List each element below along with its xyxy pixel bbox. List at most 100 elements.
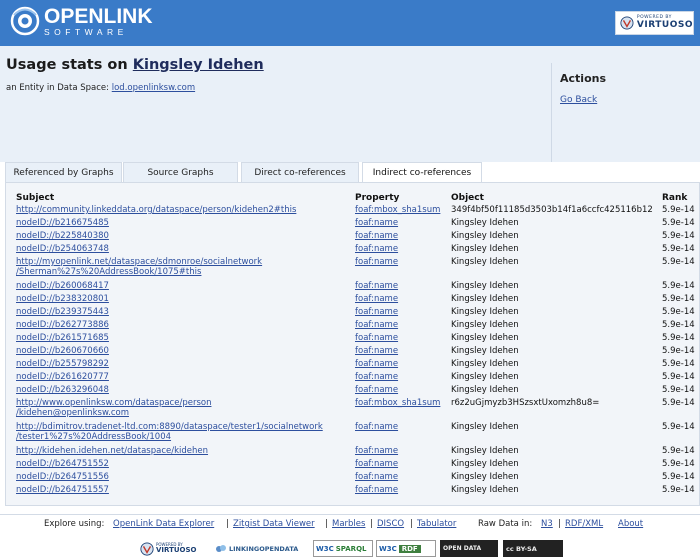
property-link[interactable]: foaf:name	[355, 422, 398, 432]
rank-value: 5.9e-14	[662, 218, 695, 228]
table-row: nodeID://b261571685 foaf:name Kingsley Ide…	[0, 333, 700, 346]
tab-source-graphs[interactable]: Source Graphs	[123, 162, 238, 182]
subject-link[interactable]: nodeID://b260068417	[16, 281, 109, 291]
actions-heading: Actions	[560, 72, 606, 85]
page-title-prefix: Usage stats on	[6, 57, 128, 73]
property-link[interactable]: foaf:name	[355, 333, 398, 343]
property-link[interactable]: foaf:name	[355, 359, 398, 369]
subject-link[interactable]: http://kidehen.idehen.net/dataspace/kide…	[16, 446, 208, 456]
subject-link[interactable]: nodeID://b261571685	[16, 333, 109, 343]
rank-value: 5.9e-14	[662, 333, 695, 343]
property-link[interactable]: foaf:name	[355, 244, 398, 254]
subject-link-continued[interactable]: /tester1%27s%20AddressBook/1004	[16, 432, 171, 442]
object-value: Kingsley Idehen	[451, 385, 519, 395]
object-value: Kingsley Idehen	[451, 472, 519, 482]
subject-link[interactable]: nodeID://b255798292	[16, 359, 109, 369]
openlink-data-explorer-link[interactable]: OpenLink Data Explorer	[113, 519, 214, 529]
w3c-rdf-logo[interactable]: W3C RDF	[376, 540, 436, 557]
w3c-sparql-logo[interactable]: W3C SPARQL	[313, 540, 373, 557]
object-value: Kingsley Idehen	[451, 244, 519, 254]
property-link[interactable]: foaf:name	[355, 346, 398, 356]
subject-link[interactable]: nodeID://b216675485	[16, 218, 109, 228]
subject-link-continued[interactable]: /kidehen@openlinksw.com	[16, 408, 129, 418]
subject-link[interactable]: nodeID://b225840380	[16, 231, 109, 241]
table-row: http://community.linkeddata.org/dataspac…	[0, 205, 700, 218]
property-link[interactable]: foaf:mbox_sha1sum	[355, 205, 440, 215]
footer-separator: |	[226, 519, 229, 529]
marbles-link[interactable]: Marbles	[332, 519, 365, 529]
tab-referenced-by-graphs[interactable]: Referenced by Graphs	[5, 162, 122, 182]
subject-link[interactable]: http://community.linkeddata.org/dataspac…	[16, 205, 296, 215]
openlink-logo[interactable]: OPENLINK SOFTWARE	[10, 6, 153, 37]
subject-link-continued[interactable]: /Sherman%27s%20AddressBook/1075#this	[16, 267, 201, 277]
property-link[interactable]: foaf:name	[355, 446, 398, 456]
property-link[interactable]: foaf:name	[355, 472, 398, 482]
n3-link[interactable]: N3	[541, 519, 553, 529]
subject-link[interactable]: nodeID://b263296048	[16, 385, 109, 395]
rank-value: 5.9e-14	[662, 372, 695, 382]
virtuoso-footer-name: VIRTUOSO	[156, 546, 197, 554]
object-value: Kingsley Idehen	[451, 320, 519, 330]
footer-separator: |	[325, 519, 328, 529]
property-link[interactable]: foaf:name	[355, 372, 398, 382]
column-header-property: Property	[355, 193, 400, 203]
w3c-sparql-a: W3C	[316, 544, 334, 553]
property-link[interactable]: foaf:name	[355, 485, 398, 495]
entity-link[interactable]: Kingsley Idehen	[133, 57, 264, 73]
open-data-logo[interactable]: OPEN DATA	[440, 540, 498, 557]
powered-by-virtuoso-badge[interactable]: POWERED BY VIRTUOSO	[615, 11, 694, 35]
subject-link[interactable]: http://bdimitrov.tradenet-ltd.com:8890/d…	[16, 422, 323, 432]
property-link[interactable]: foaf:name	[355, 320, 398, 330]
property-link[interactable]: foaf:name	[355, 385, 398, 395]
property-link[interactable]: foaf:name	[355, 231, 398, 241]
subject-link[interactable]: nodeID://b238320801	[16, 294, 109, 304]
tabulator-link[interactable]: Tabulator	[417, 519, 456, 529]
property-link[interactable]: foaf:name	[355, 281, 398, 291]
rank-value: 5.9e-14	[662, 257, 695, 267]
footer-separator: |	[410, 519, 413, 529]
go-back-link[interactable]: Go Back	[560, 95, 597, 105]
rank-value: 5.9e-14	[662, 346, 695, 356]
disco-link[interactable]: DISCO	[377, 519, 404, 529]
zitgist-data-viewer-link[interactable]: Zitgist Data Viewer	[233, 519, 315, 529]
subject-link[interactable]: http://myopenlink.net/dataspace/sdmonroe…	[16, 257, 262, 267]
rank-value: 5.9e-14	[662, 244, 695, 254]
rank-value: 5.9e-14	[662, 422, 695, 432]
property-link[interactable]: foaf:name	[355, 257, 398, 267]
table-row: nodeID://b261620777 foaf:name Kingsley Ide…	[0, 372, 700, 385]
subject-link[interactable]: nodeID://b261620777	[16, 372, 109, 382]
cc-by-sa-logo[interactable]: cc BY-SA	[503, 540, 563, 557]
data-space-link[interactable]: lod.openlinksw.com	[112, 83, 195, 93]
subject-link[interactable]: nodeID://b262773886	[16, 320, 109, 330]
table-row: nodeID://b254063748 foaf:name Kingsley Ide…	[0, 244, 700, 257]
linking-open-data-logo[interactable]: LINKINGOPENDATA	[215, 540, 305, 557]
object-value: 349f4bf50f11185d3503b14f1a6ccfc425116b12	[451, 205, 653, 215]
table-row: nodeID://b264751552 foaf:name Kingsley Ide…	[0, 459, 700, 472]
object-value: Kingsley Idehen	[451, 459, 519, 469]
footer-logos: POWERED BY VIRTUOSO LINKINGOPENDATA W3C …	[0, 540, 700, 557]
subject-link[interactable]: nodeID://b264751557	[16, 485, 109, 495]
footer-separator: |	[370, 519, 373, 529]
rdf-xml-link[interactable]: RDF/XML	[565, 519, 603, 529]
tab-direct-co-references[interactable]: Direct co-references	[241, 162, 359, 182]
subject-link[interactable]: nodeID://b260670660	[16, 346, 109, 356]
property-link[interactable]: foaf:name	[355, 218, 398, 228]
property-link[interactable]: foaf:name	[355, 294, 398, 304]
subject-link[interactable]: http://www.openlinksw.com/dataspace/pers…	[16, 398, 211, 408]
about-link[interactable]: About	[618, 519, 643, 529]
object-value: Kingsley Idehen	[451, 372, 519, 382]
subject-link[interactable]: nodeID://b264751556	[16, 472, 109, 482]
object-value: Kingsley Idehen	[451, 485, 519, 495]
virtuoso-footer-logo[interactable]: POWERED BY VIRTUOSO	[140, 540, 208, 557]
subject-link[interactable]: nodeID://b264751552	[16, 459, 109, 469]
tab-indirect-co-references[interactable]: Indirect co-references	[362, 162, 482, 183]
raw-data-label: Raw Data in:	[478, 519, 533, 529]
property-link[interactable]: foaf:name	[355, 459, 398, 469]
table-row: nodeID://b216675485 foaf:name Kingsley Ide…	[0, 218, 700, 231]
subject-link[interactable]: nodeID://b254063748	[16, 244, 109, 254]
subject-link[interactable]: nodeID://b239375443	[16, 307, 109, 317]
property-link[interactable]: foaf:mbox_sha1sum	[355, 398, 440, 408]
property-link[interactable]: foaf:name	[355, 307, 398, 317]
subtitle-prefix: an Entity in Data Space:	[6, 83, 110, 93]
rank-value: 5.9e-14	[662, 231, 695, 241]
